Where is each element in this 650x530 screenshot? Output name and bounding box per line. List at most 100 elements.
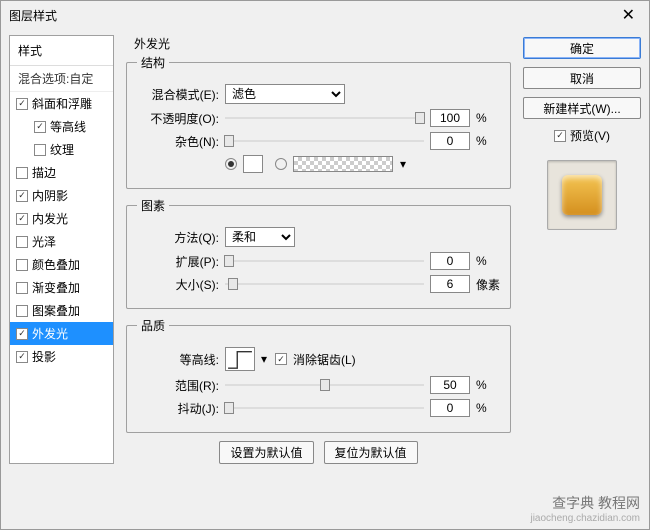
style-label: 纹理 (50, 141, 74, 158)
range-label: 范围(R): (137, 377, 219, 394)
style-checkbox[interactable] (16, 351, 28, 363)
spread-unit: % (476, 254, 500, 268)
elements-group: 图素 方法(Q): 柔和 扩展(P): % 大小(S): 像素 (126, 197, 511, 309)
range-unit: % (476, 378, 500, 392)
opacity-input[interactable] (430, 109, 470, 127)
size-input[interactable] (430, 275, 470, 293)
ok-button[interactable]: 确定 (523, 37, 641, 59)
style-label: 内发光 (32, 210, 68, 227)
style-label: 外发光 (32, 325, 68, 342)
watermark: 查字典 教程网 jiaocheng.chazidian.com (530, 493, 640, 524)
elements-legend: 图素 (137, 197, 169, 214)
style-label: 光泽 (32, 233, 56, 250)
style-item[interactable]: 渐变叠加 (10, 276, 113, 299)
styles-header: 样式 (10, 36, 113, 66)
jitter-label: 抖动(J): (137, 400, 219, 417)
settings-panel: 外发光 结构 混合模式(E): 滤色 不透明度(O): % 杂色(N): (122, 35, 515, 464)
noise-slider[interactable] (225, 134, 424, 148)
contour-picker[interactable] (225, 347, 255, 371)
preview-checkbox[interactable] (554, 130, 566, 142)
style-checkbox[interactable] (16, 213, 28, 225)
style-item[interactable]: 描边 (10, 161, 113, 184)
style-checkbox[interactable] (16, 167, 28, 179)
solid-color-radio[interactable] (225, 158, 237, 170)
preview-label: 预览(V) (570, 127, 610, 144)
method-select[interactable]: 柔和 (225, 227, 295, 247)
spread-input[interactable] (430, 252, 470, 270)
style-checkbox[interactable] (16, 282, 28, 294)
style-checkbox[interactable] (16, 305, 28, 317)
style-checkbox[interactable] (16, 98, 28, 110)
dialog-title: 图层样式 (9, 7, 57, 24)
preview-icon (562, 175, 602, 215)
new-style-button[interactable]: 新建样式(W)... (523, 97, 641, 119)
jitter-unit: % (476, 401, 500, 415)
style-checkbox[interactable] (16, 236, 28, 248)
gradient-radio[interactable] (275, 158, 287, 170)
style-item[interactable]: 内发光 (10, 207, 113, 230)
spread-label: 扩展(P): (137, 253, 219, 270)
style-item[interactable]: 颜色叠加 (10, 253, 113, 276)
style-item[interactable]: 纹理 (10, 138, 113, 161)
jitter-input[interactable] (430, 399, 470, 417)
titlebar: 图层样式 ✕ (1, 1, 649, 29)
set-default-button[interactable]: 设置为默认值 (219, 441, 313, 464)
style-label: 内阴影 (32, 187, 68, 204)
noise-unit: % (476, 134, 500, 148)
style-label: 投影 (32, 348, 56, 365)
blend-mode-select[interactable]: 滤色 (225, 84, 345, 104)
gradient-bar[interactable] (293, 156, 393, 172)
default-buttons: 设置为默认值 复位为默认值 (126, 441, 511, 464)
structure-legend: 结构 (137, 54, 169, 71)
style-item[interactable]: 内阴影 (10, 184, 113, 207)
style-item[interactable]: 等高线 (10, 115, 113, 138)
style-label: 等高线 (50, 118, 86, 135)
structure-group: 结构 混合模式(E): 滤色 不透明度(O): % 杂色(N): % (126, 54, 511, 189)
style-checkbox[interactable] (34, 144, 46, 156)
style-item[interactable]: 图案叠加 (10, 299, 113, 322)
content: 样式 混合选项:自定 斜面和浮雕等高线纹理描边内阴影内发光光泽颜色叠加渐变叠加图… (1, 29, 649, 470)
cancel-button[interactable]: 取消 (523, 67, 641, 89)
contour-label: 等高线: (137, 351, 219, 368)
spread-slider[interactable] (225, 254, 424, 268)
jitter-slider[interactable] (225, 401, 424, 415)
style-checkbox[interactable] (16, 328, 28, 340)
style-item[interactable]: 光泽 (10, 230, 113, 253)
noise-input[interactable] (430, 132, 470, 150)
blend-options-sub[interactable]: 混合选项:自定 (10, 66, 113, 92)
style-item[interactable]: 斜面和浮雕 (10, 92, 113, 115)
style-label: 描边 (32, 164, 56, 181)
antialias-label: 消除锯齿(L) (293, 351, 356, 368)
size-slider[interactable] (225, 277, 424, 291)
reset-default-button[interactable]: 复位为默认值 (324, 441, 418, 464)
style-checkbox[interactable] (16, 190, 28, 202)
size-unit: 像素 (476, 276, 500, 293)
chevron-down-icon[interactable]: ▾ (261, 352, 269, 366)
styles-panel: 样式 混合选项:自定 斜面和浮雕等高线纹理描边内阴影内发光光泽颜色叠加渐变叠加图… (9, 35, 114, 464)
blend-mode-label: 混合模式(E): (137, 86, 219, 103)
quality-group: 品质 等高线: ▾ 消除锯齿(L) 范围(R): % 抖动(J): (126, 317, 511, 433)
style-label: 渐变叠加 (32, 279, 80, 296)
close-icon[interactable]: ✕ (616, 5, 641, 25)
style-checkbox[interactable] (34, 121, 46, 133)
noise-label: 杂色(N): (137, 133, 219, 150)
quality-legend: 品质 (137, 317, 169, 334)
layer-style-dialog: 图层样式 ✕ 样式 混合选项:自定 斜面和浮雕等高线纹理描边内阴影内发光光泽颜色… (0, 0, 650, 530)
range-input[interactable] (430, 376, 470, 394)
preview-box (547, 160, 617, 230)
opacity-label: 不透明度(O): (137, 110, 219, 127)
opacity-slider[interactable] (225, 111, 424, 125)
dropdown-icon[interactable]: ▾ (399, 157, 407, 171)
size-label: 大小(S): (137, 276, 219, 293)
antialias-checkbox[interactable] (275, 353, 287, 365)
preview-row: 预览(V) (523, 127, 641, 144)
style-checkbox[interactable] (16, 259, 28, 271)
range-slider[interactable] (225, 378, 424, 392)
style-label: 颜色叠加 (32, 256, 80, 273)
color-swatch[interactable] (243, 155, 263, 173)
style-item[interactable]: 投影 (10, 345, 113, 368)
method-label: 方法(Q): (137, 229, 219, 246)
style-item[interactable]: 外发光 (10, 322, 113, 345)
action-panel: 确定 取消 新建样式(W)... 预览(V) (523, 35, 641, 464)
style-list: 斜面和浮雕等高线纹理描边内阴影内发光光泽颜色叠加渐变叠加图案叠加外发光投影 (10, 92, 113, 368)
